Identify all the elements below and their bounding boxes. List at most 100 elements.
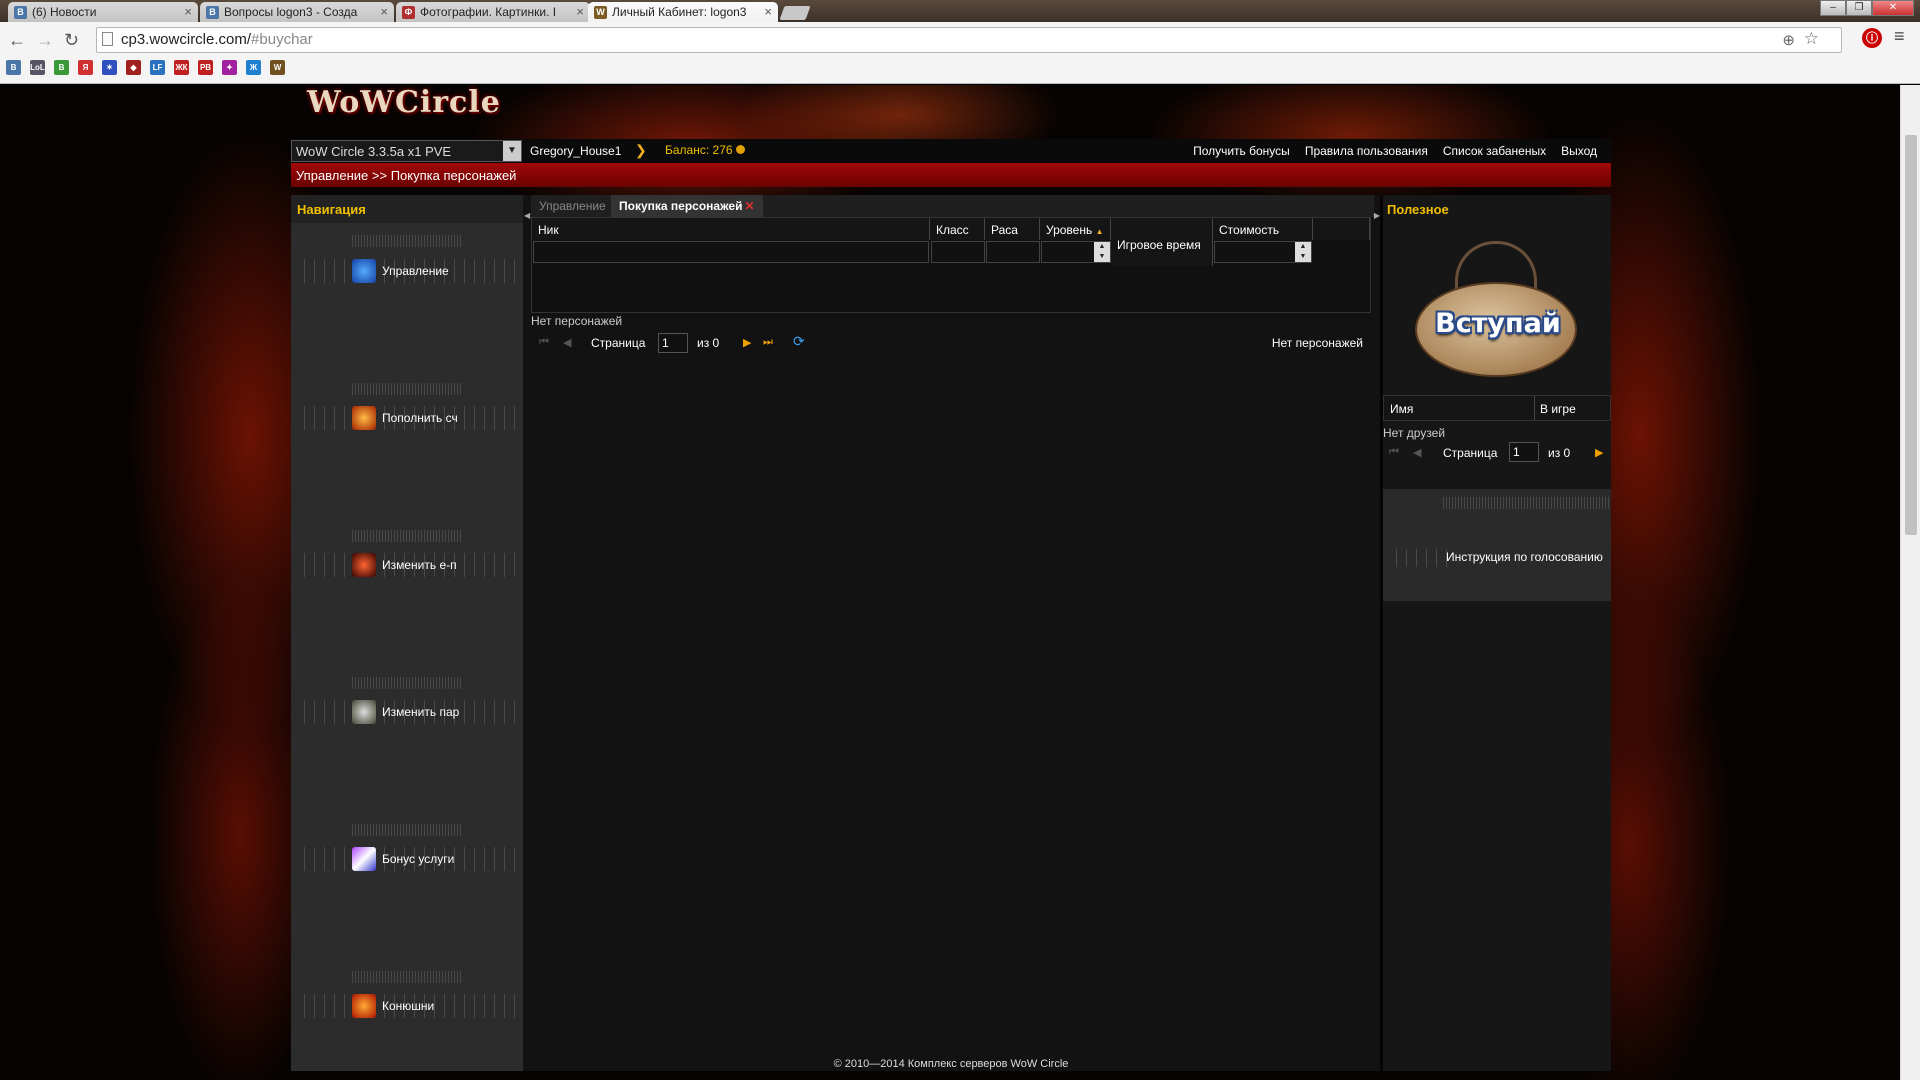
page-scrollbar[interactable] — [1900, 85, 1920, 1080]
site-logo[interactable]: WoWCircle — [307, 85, 501, 120]
address-bar[interactable]: cp3.wowcircle.com/#buychar ⊕ ☆ — [96, 27, 1842, 53]
menu-icon[interactable]: ≡ — [1894, 26, 1905, 47]
rank-icon: ❯ — [635, 142, 647, 158]
realm-select[interactable]: WoW Circle 3.3.5a x1 PVE ▼ — [291, 140, 522, 162]
nav-divider — [352, 824, 462, 836]
vk-join-banner[interactable]: Вступай — [1415, 237, 1577, 377]
password-icon — [352, 700, 376, 724]
filter-nick-input[interactable] — [533, 241, 929, 263]
nav-item-management[interactable]: Управление — [291, 251, 523, 291]
browser-tab-questions[interactable]: В Вопросы logon3 - Созда × — [200, 2, 394, 22]
lf-bookmark-icon[interactable]: LF — [150, 60, 165, 75]
collapse-left-icon[interactable]: ◀ — [524, 211, 530, 220]
filter-cost-stepper[interactable]: ▲ ▼ — [1214, 241, 1312, 263]
new-tab-button[interactable] — [779, 6, 811, 20]
breadcrumb: Управление >> Покупка персонажей — [291, 163, 1611, 187]
get-bonuses-link[interactable]: Получить бонусы — [1193, 144, 1290, 158]
close-tab-icon[interactable]: × — [764, 4, 772, 19]
maximize-icon[interactable]: ❐ — [1846, 0, 1872, 16]
column-header-ingame[interactable]: В игре — [1540, 402, 1576, 416]
breadcrumb-root[interactable]: Управление >> — [296, 168, 387, 183]
b-bookmark-icon[interactable]: B — [54, 60, 69, 75]
prev-page-icon[interactable]: ◀ — [1413, 446, 1421, 459]
first-page-icon[interactable]: ⏮ — [539, 336, 549, 349]
sort-asc-icon: ▲ — [1095, 227, 1104, 236]
top-links: Получить бонусы Правила пользования Спис… — [1193, 144, 1597, 158]
vote-item-bg — [1387, 549, 1447, 567]
tab-label: Покупка персонажей — [619, 199, 743, 213]
column-header-level[interactable]: Уровень ▲ — [1040, 218, 1111, 240]
collapse-right-icon[interactable]: ▶ — [1374, 211, 1380, 220]
scrollbar-thumb[interactable] — [1905, 135, 1917, 535]
vk-bookmark-icon[interactable]: В — [6, 60, 21, 75]
nav-item-stables[interactable]: Конюшни — [291, 986, 523, 1026]
browser-tab-news[interactable]: В (6) Новости × — [8, 2, 198, 22]
column-header-playtime[interactable]: Игровое время — [1111, 218, 1213, 266]
column-header-cost[interactable]: Стоимость — [1213, 218, 1313, 240]
close-window-icon[interactable]: ✕ — [1872, 0, 1914, 16]
star-icon[interactable]: ☆ — [1804, 29, 1819, 49]
close-icon[interactable]: ✕ — [744, 199, 754, 213]
breadcrumb-current: Покупка персонажей — [390, 168, 517, 183]
page: WoWCircle WoW Circle 3.3.5a x1 PVE ▼ Gre… — [0, 85, 1900, 1080]
spell-bookmark-icon[interactable]: ✦ — [222, 60, 237, 75]
forward-icon[interactable]: → — [36, 30, 54, 51]
zhk-bookmark-icon[interactable]: ЖК — [174, 60, 189, 75]
banned-list-link[interactable]: Список забаненых — [1443, 144, 1546, 158]
useful-panel: Полезное Вступай Имя В игре Нет друзей ⏮… — [1383, 195, 1611, 1071]
vote-instructions-link[interactable]: Инструкция по голосованию — [1446, 550, 1603, 564]
filter-level-stepper[interactable]: ▲ ▼ — [1041, 241, 1111, 263]
rules-link[interactable]: Правила пользования — [1305, 144, 1428, 158]
chevron-down-icon[interactable]: ▼ — [503, 141, 521, 161]
page-input[interactable] — [658, 333, 688, 353]
prev-page-icon[interactable]: ◀ — [563, 336, 571, 349]
browser-tab-photos[interactable]: Ф Фотографии. Картинки. I × — [396, 2, 590, 22]
nav-item-payment[interactable]: Пополнить сч — [291, 398, 523, 438]
column-header-nick[interactable]: Ник — [532, 218, 930, 240]
next-page-icon[interactable]: ▶ — [1595, 446, 1603, 459]
column-header-class[interactable]: Класс — [930, 218, 985, 240]
bookmarks-bar: В LoL B Я ✶ ◆ LF ЖК PB ✦ Ж W — [6, 60, 285, 75]
lol-bookmark-icon[interactable]: LoL — [30, 60, 45, 75]
nav-divider — [352, 677, 462, 689]
game-bookmark-icon[interactable]: ✶ — [102, 60, 117, 75]
column-header-race[interactable]: Раса — [985, 218, 1040, 240]
page-input[interactable] — [1509, 442, 1539, 462]
nav-item-bonus[interactable]: Бонус услуги — [291, 839, 523, 879]
zoom-icon[interactable]: ⊕ — [1782, 31, 1795, 49]
tab-buy-characters[interactable]: Покупка персонажей ✕ — [611, 195, 763, 217]
yandex-bookmark-icon[interactable]: Я — [78, 60, 93, 75]
stepper-icon[interactable]: ▲ ▼ — [1295, 242, 1311, 262]
back-icon[interactable]: ← — [8, 30, 26, 51]
pager-status: Нет персонажей — [1271, 336, 1363, 350]
friends-header: Имя В игре — [1383, 395, 1611, 421]
nav-item-label: Изменить пар — [382, 705, 460, 719]
minimize-icon[interactable]: – — [1820, 0, 1846, 16]
close-tab-icon[interactable]: × — [380, 4, 388, 19]
next-page-icon[interactable]: ▶ — [743, 336, 751, 349]
reload-icon[interactable]: ↻ — [64, 30, 79, 51]
close-tab-icon[interactable]: × — [184, 4, 192, 19]
page-icon — [102, 32, 113, 46]
browser-tab-cabinet[interactable]: W Личный Кабинет: logon3 × — [588, 2, 778, 22]
nav-item-email[interactable]: Изменить е-п — [291, 545, 523, 585]
nav-divider — [352, 235, 462, 247]
column-header-name[interactable]: Имя — [1390, 402, 1413, 416]
refresh-icon[interactable]: ⟳ — [793, 333, 805, 350]
blade-bookmark-icon[interactable]: Ж — [246, 60, 261, 75]
browser-tab-label: Вопросы logon3 - Созда — [224, 5, 358, 19]
adblock-icon[interactable]: ⓘ — [1862, 28, 1882, 48]
pb-bookmark-icon[interactable]: PB — [198, 60, 213, 75]
logout-link[interactable]: Выход — [1561, 144, 1597, 158]
wow-bookmark-icon[interactable]: W — [270, 60, 285, 75]
filter-race-input[interactable] — [986, 241, 1040, 263]
close-tab-icon[interactable]: × — [576, 4, 584, 19]
nav-item-label: Управление — [382, 264, 449, 278]
filter-class-input[interactable] — [931, 241, 985, 263]
last-page-icon[interactable]: ⏭ — [763, 336, 773, 349]
stepper-icon[interactable]: ▲ ▼ — [1094, 242, 1110, 262]
car-bookmark-icon[interactable]: ◆ — [126, 60, 141, 75]
tab-management[interactable]: Управление — [531, 195, 614, 217]
first-page-icon[interactable]: ⏮ — [1389, 446, 1399, 459]
nav-item-password[interactable]: Изменить пар — [291, 692, 523, 732]
